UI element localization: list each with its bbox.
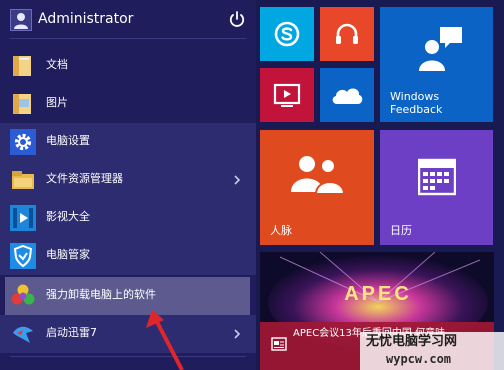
people-tile[interactable]: 人脉 bbox=[260, 130, 374, 245]
menu-item-label: 文档 bbox=[46, 58, 68, 71]
menu-item-label: 影视大全 bbox=[46, 210, 90, 223]
menu-item-video-app[interactable]: 影视大全 bbox=[0, 199, 256, 237]
menu-item-label: 图片 bbox=[46, 96, 68, 109]
cloud-icon bbox=[330, 83, 364, 107]
divider bbox=[10, 38, 246, 39]
user-account-row[interactable]: Administrator bbox=[0, 0, 256, 38]
start-menu-list: Administrator 文档 图片 电脑设置 文件资源管理器 影视大全 电脑… bbox=[0, 0, 256, 370]
video-play-icon bbox=[273, 82, 301, 108]
news-image-text: APEC bbox=[344, 283, 412, 305]
file-explorer-icon bbox=[10, 167, 36, 193]
watermark-url: wypcw.com bbox=[386, 352, 452, 366]
annotation-arrow-icon bbox=[146, 310, 184, 370]
folder-icon bbox=[10, 91, 36, 117]
menu-item-label: 启动迅雷7 bbox=[46, 326, 97, 339]
user-avatar-icon[interactable] bbox=[10, 9, 32, 31]
menu-item-pc-settings[interactable]: 电脑设置 bbox=[0, 123, 256, 161]
chevron-right-icon[interactable] bbox=[232, 326, 242, 340]
menu-item-documents[interactable]: 文档 bbox=[0, 47, 256, 85]
menu-item-pc-manager[interactable]: 电脑管家 bbox=[0, 237, 256, 275]
watermark-title: 无忧电脑学习网 bbox=[366, 334, 458, 349]
shield-icon bbox=[10, 243, 36, 269]
menu-item-label: 文件资源管理器 bbox=[46, 172, 123, 185]
divider bbox=[10, 356, 246, 357]
calendar-icon bbox=[417, 156, 457, 196]
people-icon bbox=[286, 152, 348, 200]
windows-feedback-tile[interactable]: Windows Feedback bbox=[380, 7, 493, 122]
thunder-icon bbox=[10, 321, 36, 347]
chevron-right-icon[interactable] bbox=[232, 172, 242, 186]
music-tile[interactable] bbox=[320, 7, 374, 61]
skype-icon bbox=[273, 20, 301, 48]
gear-icon bbox=[10, 129, 36, 155]
tile-label: Windows Feedback bbox=[390, 90, 443, 116]
film-icon bbox=[10, 205, 36, 231]
menu-item-file-explorer[interactable]: 文件资源管理器 bbox=[0, 161, 256, 199]
menu-item-label: 电脑设置 bbox=[46, 134, 90, 147]
uninstaller-icon bbox=[10, 283, 36, 309]
headphones-icon bbox=[333, 20, 361, 48]
news-icon bbox=[271, 336, 287, 351]
folder-icon bbox=[10, 53, 36, 79]
feedback-person-icon bbox=[416, 25, 464, 73]
tile-label: 日历 bbox=[390, 224, 412, 237]
user-name[interactable]: Administrator bbox=[38, 9, 133, 29]
menu-item-uninstaller[interactable]: 强力卸载电脑上的软件 bbox=[5, 277, 250, 315]
menu-item-thunder[interactable]: 启动迅雷7 bbox=[0, 315, 256, 353]
power-icon[interactable] bbox=[227, 9, 247, 29]
tile-label: 人脉 bbox=[270, 224, 292, 237]
menu-item-pictures[interactable]: 图片 bbox=[0, 85, 256, 123]
menu-item-label: 电脑管家 bbox=[46, 248, 90, 261]
calendar-tile[interactable]: 日历 bbox=[380, 130, 493, 245]
video-tile[interactable] bbox=[260, 68, 314, 122]
skype-tile[interactable] bbox=[260, 7, 314, 61]
site-watermark: 无忧电脑学习网 wypcw.com bbox=[360, 332, 504, 370]
onedrive-tile[interactable] bbox=[320, 68, 374, 122]
